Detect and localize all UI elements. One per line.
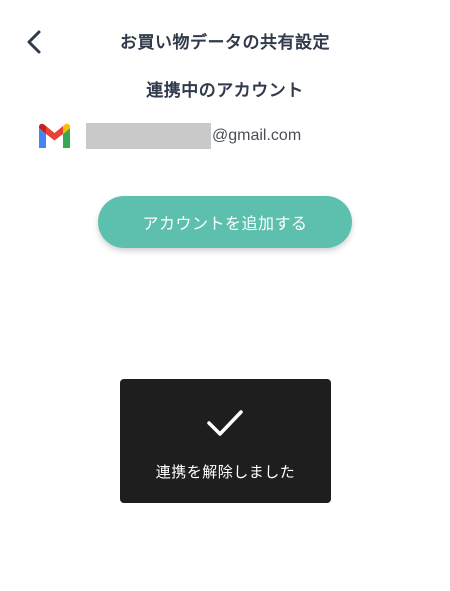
linked-account-item: @gmail.com <box>37 121 301 151</box>
add-account-button[interactable]: アカウントを追加する <box>98 196 352 248</box>
unlink-success-toast: 連携を解除しました <box>120 379 331 503</box>
app-header: お買い物データの共有設定 <box>0 18 450 64</box>
gmail-icon <box>39 123 70 148</box>
linked-accounts-heading: 連携中のアカウント <box>146 81 304 101</box>
page-title: お買い物データの共有設定 <box>120 33 330 53</box>
redacted-email-username <box>86 123 211 149</box>
toast-message: 連携を解除しました <box>155 463 296 481</box>
email-domain: @gmail.com <box>212 127 302 144</box>
checkmark-icon <box>207 410 243 436</box>
